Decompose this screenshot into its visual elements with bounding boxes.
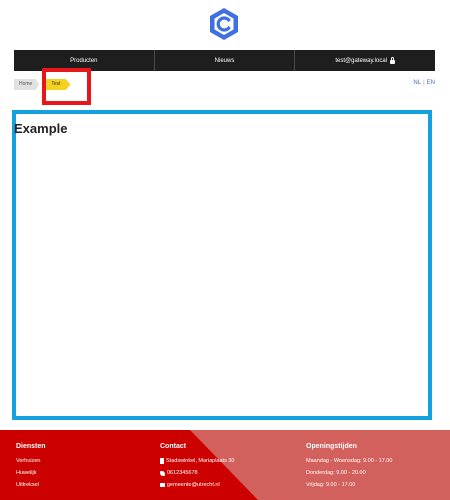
main-content-highlight	[12, 110, 432, 420]
footer-link-huwelijk[interactable]: Huwelijk	[16, 467, 46, 479]
footer-hours: Openingstijden Maandag - Woensdag: 9.00 …	[306, 443, 392, 491]
footer-services: Diensten Verhuizen Huwelijk Uittreksel	[16, 443, 46, 491]
footer-address: Stadswinkel, Mariaplaats 30	[160, 455, 234, 467]
footer-hours-line: Donderdag: 9.00 - 20.00	[306, 470, 366, 476]
footer-hours-line: Vrijdag: 9.00 - 17.00	[306, 482, 356, 488]
footer-phone-text: 0612345678	[167, 470, 198, 476]
footer-contact: Contact Stadswinkel, Mariaplaats 30 0612…	[160, 443, 234, 491]
building-icon	[160, 458, 164, 464]
lock-icon	[390, 56, 396, 64]
footer-email[interactable]: gemeente@utrecht.nl	[160, 479, 234, 491]
footer-hours-heading: Openingstijden	[306, 443, 357, 450]
nav-item-label: Producten	[70, 57, 98, 64]
language-en[interactable]: EN	[427, 80, 435, 86]
nav-item-label: Nieuws	[214, 57, 235, 64]
footer-hours-line: Maandag - Woensdag: 9.00 - 17.00	[306, 458, 393, 464]
user-email: test@gateway.local	[335, 57, 388, 64]
phone-icon	[160, 470, 165, 476]
c-hexagon-logo-icon	[210, 8, 238, 40]
nav-item-user-account[interactable]: test@gateway.local	[295, 50, 435, 71]
highlight-box-red	[42, 68, 91, 105]
language-separator: |	[423, 80, 425, 86]
footer-phone[interactable]: 0612345678	[160, 467, 234, 479]
footer: Diensten Verhuizen Huwelijk Uittreksel C…	[0, 430, 450, 500]
footer-contact-heading: Contact	[160, 443, 187, 450]
app-logo[interactable]	[208, 7, 240, 41]
footer-services-heading: Diensten	[16, 443, 46, 450]
nav-item-nieuws[interactable]: Nieuws	[155, 50, 296, 71]
envelope-icon	[160, 483, 165, 487]
breadcrumb-home[interactable]: Home	[14, 79, 40, 90]
language-switcher: NL | EN	[413, 80, 435, 86]
footer-link-uittreksel[interactable]: Uittreksel	[16, 479, 46, 491]
footer-email-text: gemeente@utrecht.nl	[167, 482, 220, 488]
footer-address-text: Stadswinkel, Mariaplaats 30	[166, 458, 235, 464]
page-title: Example	[14, 121, 68, 136]
footer-link-verhuizen[interactable]: Verhuizen	[16, 455, 46, 467]
language-nl[interactable]: NL	[413, 80, 421, 86]
